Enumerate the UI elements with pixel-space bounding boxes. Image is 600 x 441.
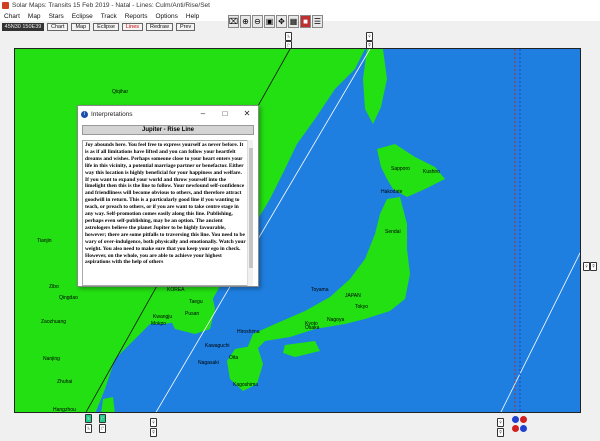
- interpretation-text: Joy abounds here. You feel free to expre…: [85, 142, 246, 266]
- eclipse-button[interactable]: Eclipse: [93, 22, 119, 31]
- label-sapporo: Sapporo: [391, 166, 410, 172]
- menu-options[interactable]: Options: [151, 13, 181, 20]
- minimize-icon[interactable]: –: [192, 106, 214, 121]
- label-kushiro: Kushiro: [423, 169, 440, 175]
- planet-marker-top-1[interactable]: ♄: [285, 32, 292, 41]
- planet-marker-top-3[interactable]: ♀: [366, 32, 373, 41]
- dialog-titlebar: i Interpretations – □ ✕: [78, 106, 258, 122]
- label-kagoshima: Kagoshima: [233, 382, 259, 388]
- interpretation-heading: Jupiter - Rise Line: [82, 125, 254, 135]
- label-hakodate: Hakodate: [381, 189, 403, 195]
- status-row: 45N30 150E39 Chart Map Eclipse Lines Red…: [0, 22, 600, 31]
- menu-chart[interactable]: Chart: [0, 13, 24, 20]
- interpretations-dialog: i Interpretations – □ ✕ Jupiter - Rise L…: [77, 105, 259, 287]
- planet-marker-bottom-2[interactable]: ♇: [99, 414, 106, 423]
- planet-marker-bottom-3[interactable]: ♄: [85, 424, 92, 433]
- dialog-title: Interpretations: [91, 110, 133, 118]
- dialog-window-controls: – □ ✕: [192, 106, 258, 121]
- lines-button[interactable]: Lines: [121, 22, 144, 31]
- menu-track[interactable]: Track: [97, 13, 121, 20]
- planet-marker-bottom-1[interactable]: ♄: [85, 414, 92, 423]
- planet-marker-bottom-6[interactable]: ☿: [150, 428, 157, 437]
- menu-help[interactable]: Help: [182, 13, 203, 20]
- map-button[interactable]: Map: [71, 22, 91, 31]
- label-qiqihar: Qiqihar: [112, 89, 129, 95]
- planet-marker-right-2[interactable]: ☿: [590, 262, 597, 271]
- scrollbar-thumb[interactable]: [249, 148, 253, 268]
- label-taegu: Taegu: [189, 299, 203, 305]
- menu-stars[interactable]: Stars: [45, 13, 68, 20]
- dialog-scrollbar[interactable]: [247, 140, 253, 286]
- label-mokpo: Mokpo: [151, 321, 167, 327]
- label-pusan: Pusan: [185, 311, 200, 317]
- label-tianjin: Tianjin: [37, 238, 52, 244]
- label-kwangju: Kwangju: [153, 314, 173, 320]
- planet-marker-bottom-4[interactable]: ♇: [99, 424, 106, 433]
- planet-marker-bottom-7[interactable]: ♀: [497, 418, 504, 427]
- planet-marker-right-1[interactable]: ♀: [583, 262, 590, 271]
- window-title: Solar Maps: Transits 15 Feb 2019 - Natal…: [12, 2, 210, 9]
- planet-dot-blue-2[interactable]: [520, 425, 527, 432]
- label-toyama: Toyama: [311, 287, 329, 293]
- label-korea: KOREA: [167, 287, 185, 293]
- label-osaka: Osaka: [305, 325, 320, 331]
- label-nagoya: Nagoya: [327, 317, 345, 323]
- planet-dot-red-2[interactable]: [512, 425, 519, 432]
- coordinates-readout: 45N30 150E39: [2, 22, 44, 31]
- label-sendai: Sendai: [385, 229, 401, 235]
- interpretation-textbox[interactable]: Joy abounds here. You feel free to expre…: [82, 140, 250, 286]
- menu-reports[interactable]: Reports: [121, 13, 152, 20]
- label-zhuhai: Zhuhai: [57, 379, 73, 385]
- label-nanjing: Nanjing: [43, 356, 60, 362]
- info-icon: i: [81, 110, 88, 118]
- menu-eclipse[interactable]: Eclipse: [68, 13, 97, 20]
- coastal-fragment: [101, 397, 115, 412]
- chart-button[interactable]: Chart: [47, 22, 69, 31]
- app-icon: [2, 2, 9, 9]
- planet-dot-red-1[interactable]: [520, 416, 527, 423]
- prev-button[interactable]: Prev: [176, 22, 196, 31]
- label-oita: Oita: [229, 355, 239, 361]
- label-hiroshima: Hiroshima: [237, 329, 260, 335]
- label-kawaguchi: Kawaguchi: [205, 343, 230, 349]
- redraw-button[interactable]: Redraw: [146, 22, 173, 31]
- planet-marker-bottom-8[interactable]: ☿: [497, 428, 504, 437]
- menu-map[interactable]: Map: [24, 13, 45, 20]
- planet-marker-bottom-5[interactable]: ♀: [150, 418, 157, 427]
- close-icon[interactable]: ✕: [236, 106, 258, 121]
- label-zaozhuang: Zaozhuang: [41, 319, 67, 325]
- maximize-icon[interactable]: □: [214, 106, 236, 121]
- label-qingdao: Qingdao: [59, 295, 78, 301]
- label-japan: JAPAN: [345, 293, 361, 299]
- label-zibo: Zibo: [49, 284, 59, 290]
- planet-dot-blue-1[interactable]: [512, 416, 519, 423]
- label-nagasaki: Nagasaki: [198, 360, 219, 366]
- label-tokyo: Tokyo: [355, 304, 369, 310]
- window-titlebar: Solar Maps: Transits 15 Feb 2019 - Natal…: [0, 0, 600, 11]
